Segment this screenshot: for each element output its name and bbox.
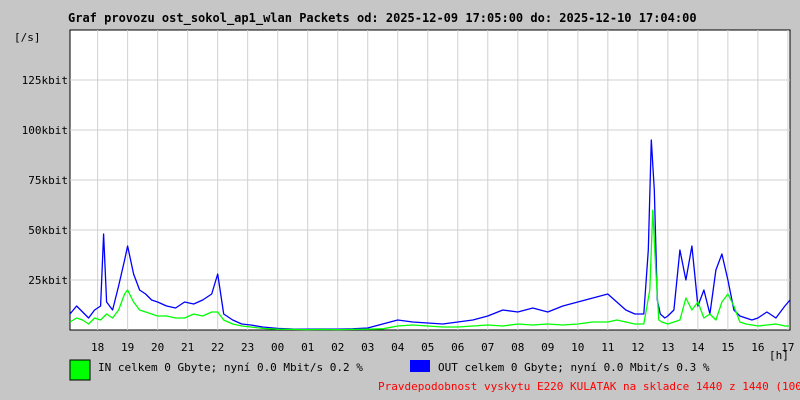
x-tick-label: 16 [751,341,764,354]
x-tick-label: 23 [241,341,254,354]
y-tick-label: 50kbit [28,224,68,237]
x-tick-label: 21 [181,341,194,354]
legend: IN celkem 0 Gbyte; nyní 0.0 Mbit/s 0.2 %… [69,359,710,381]
x-tick-label: 05 [421,341,434,354]
x-tick-label: 08 [511,341,524,354]
x-tick-label: 12 [631,341,644,354]
x-tick-label: 02 [331,341,344,354]
y-tick-label: 125kbit [22,74,68,87]
x-tick-label: 09 [541,341,554,354]
x-tick-label: 10 [571,341,584,354]
footer-note: Pravdepodobnost vyskytu E220 KULATAK na … [378,380,800,393]
x-tick-label: 03 [361,341,374,354]
legend-swatch-in [69,359,91,381]
y-tick-label: 25kbit [28,274,68,287]
y-axis-unit: [/s] [14,31,41,44]
x-tick-label: 01 [301,341,314,354]
x-tick-label: 15 [721,341,734,354]
x-tick-label: 07 [481,341,494,354]
legend-text-in: IN celkem 0 Gbyte; nyní 0.0 Mbit/s 0.2 % [98,361,363,374]
x-tick-label: 06 [451,341,464,354]
y-tick-label: 100kbit [22,124,68,137]
legend-swatch-out [410,360,430,372]
traffic-chart: Graf provozu ost_sokol_ap1_wlan Packets … [14,11,800,393]
x-tick-label: 19 [121,341,134,354]
x-tick-label: 17 [781,341,794,354]
x-tick-label: 14 [691,341,705,354]
y-tick-label: 75kbit [28,174,68,187]
legend-text-out: OUT celkem 0 Gbyte; nyní 0.0 Mbit/s 0.3 … [438,361,710,374]
x-tick-label: 04 [391,341,405,354]
x-tick-label: 11 [601,341,614,354]
x-tick-label: 13 [661,341,674,354]
x-tick-label: 18 [91,341,104,354]
chart-title: Graf provozu ost_sokol_ap1_wlan Packets … [68,11,697,26]
x-tick-label: 22 [211,341,224,354]
x-tick-label: 00 [271,341,284,354]
x-tick-label: 20 [151,341,164,354]
